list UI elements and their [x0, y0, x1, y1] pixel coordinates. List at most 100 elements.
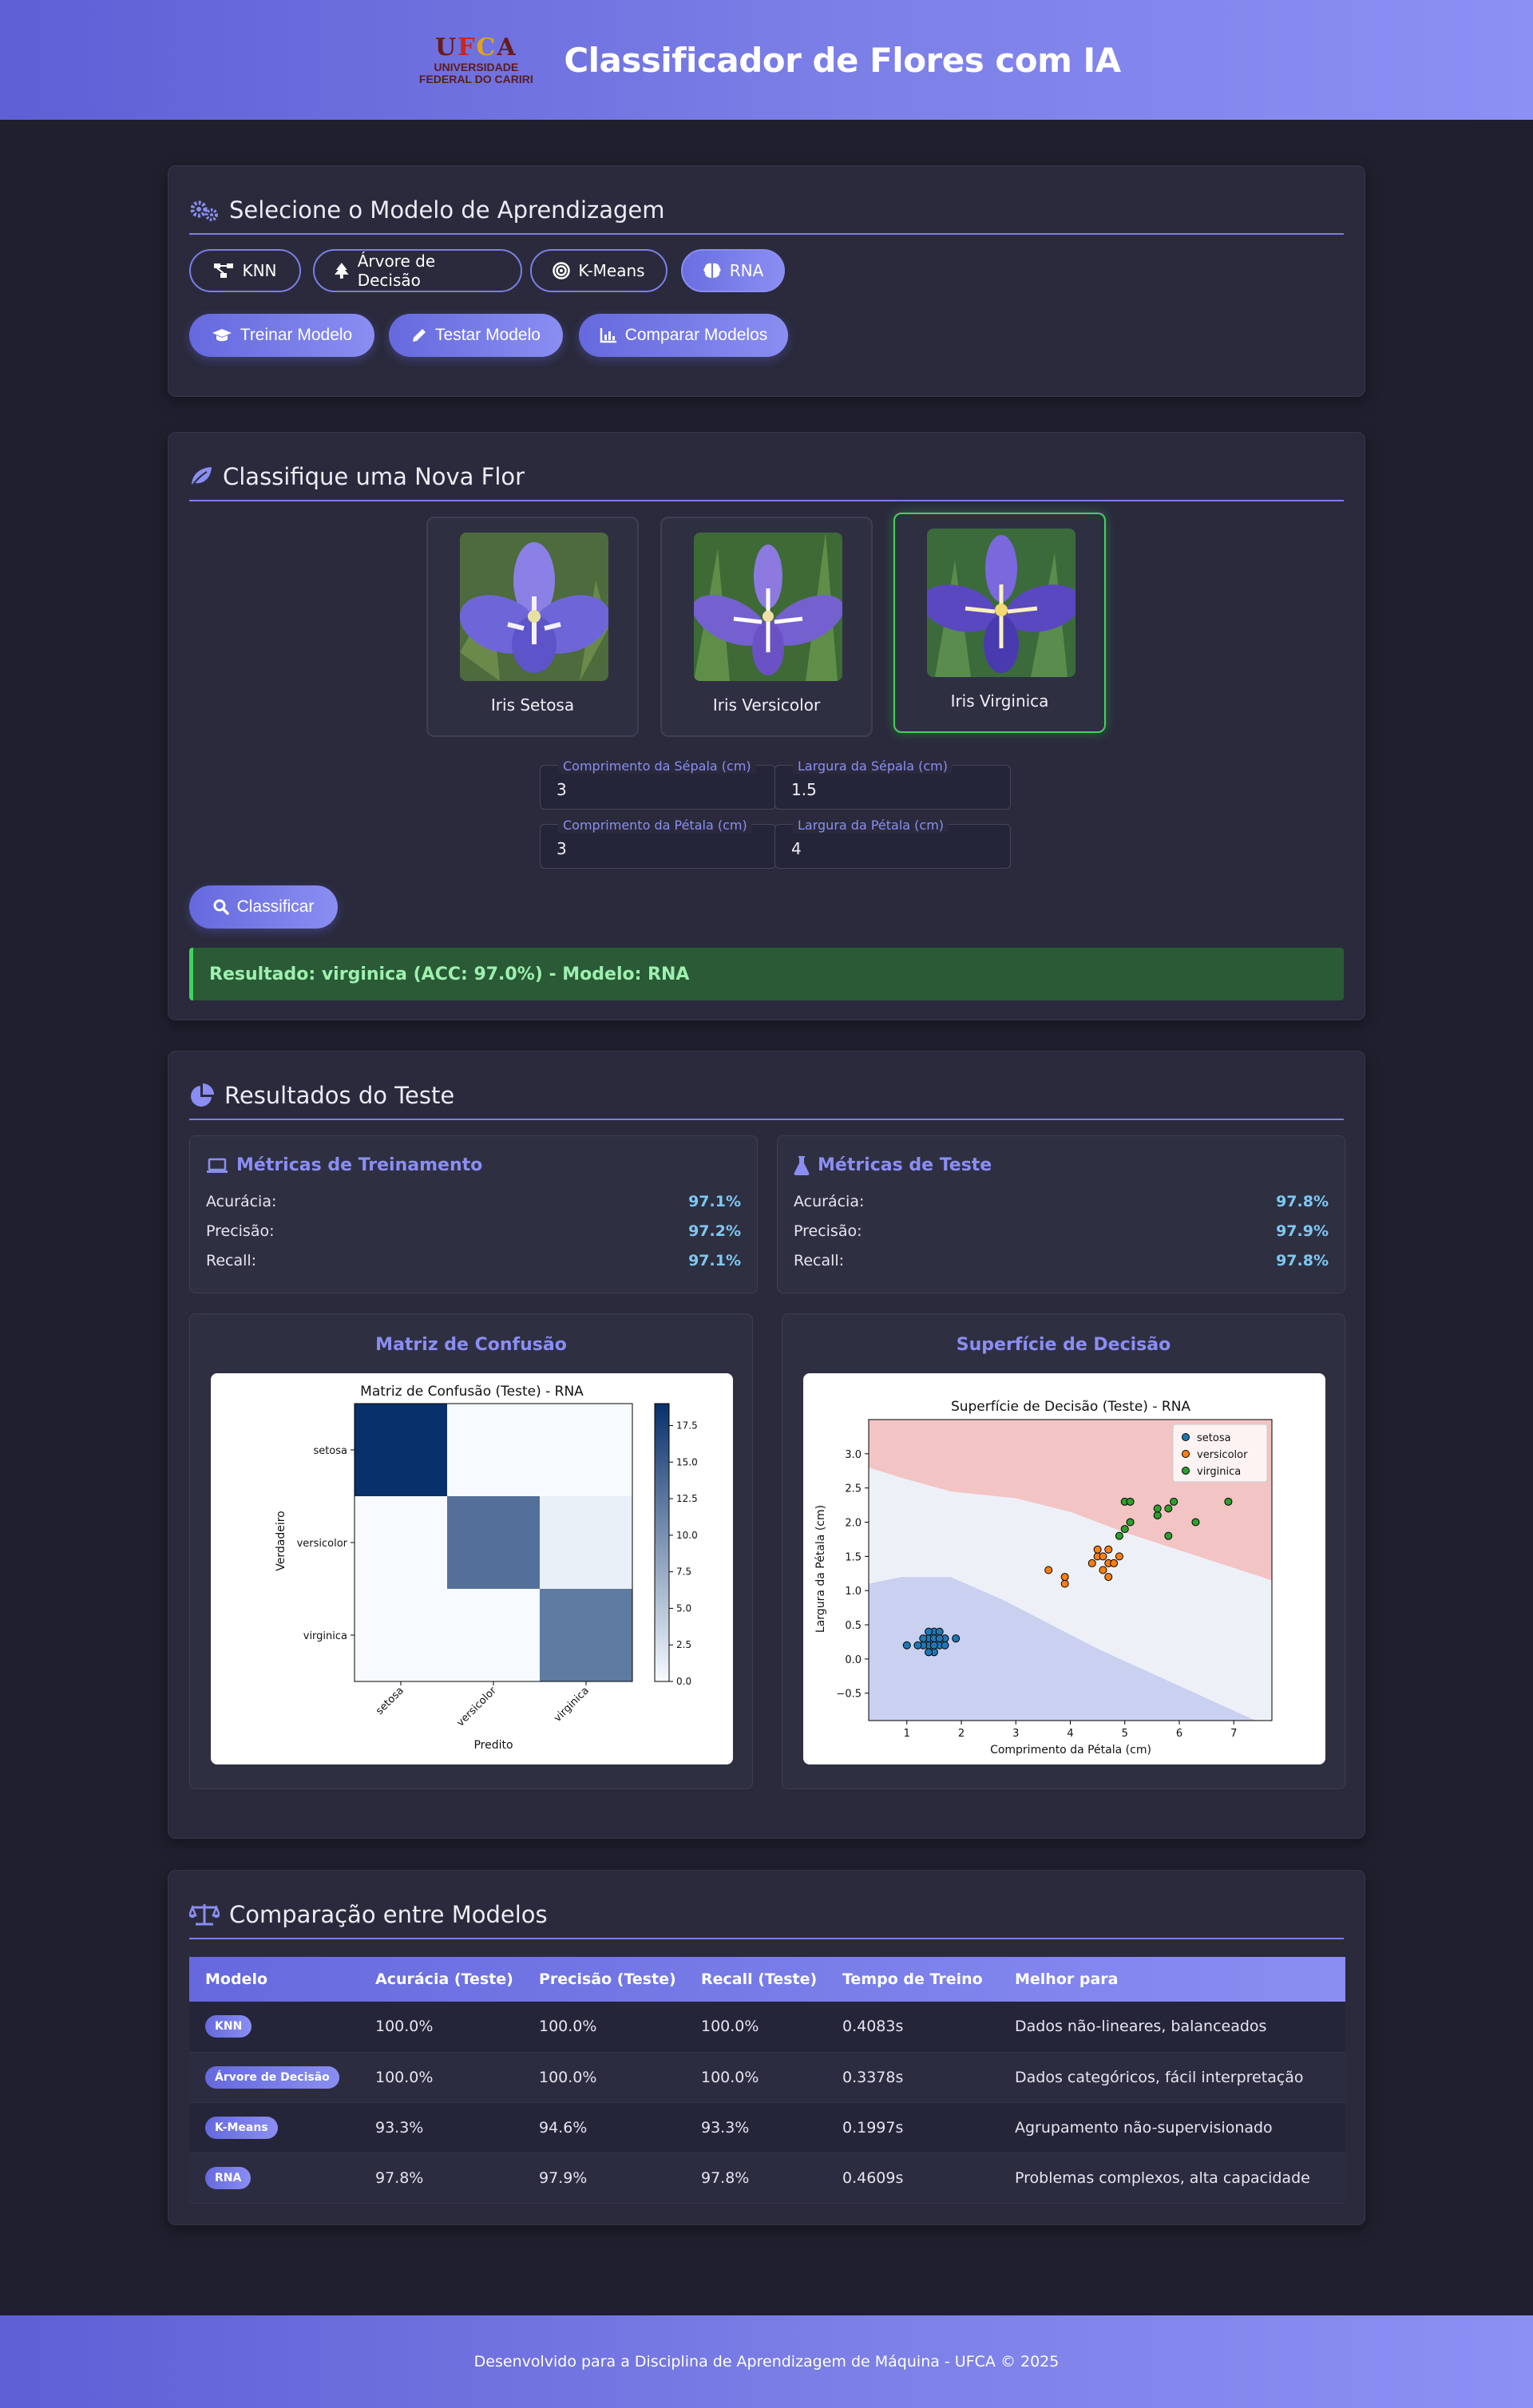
petal-length-field[interactable]: Comprimento da Pétala (cm) 3 [540, 818, 776, 869]
model-badge: K-Means [205, 2116, 278, 2139]
ds-legend-label: virginica [1197, 1466, 1241, 1478]
balance-scale-icon [189, 1904, 220, 1926]
ds-point-setosa [925, 1648, 933, 1657]
results-panel-title-text: Resultados do Teste [224, 1082, 455, 1109]
ds-ylabel: Largura da Pétala (cm) [814, 1505, 827, 1633]
ds-point-setosa [925, 1627, 933, 1636]
pencil-icon [413, 329, 426, 342]
ds-point-virginica [1126, 1497, 1135, 1506]
test-metrics-card: Métricas de Teste Acurácia: 97.8% Precis… [777, 1135, 1345, 1293]
ds-legend-label: setosa [1197, 1432, 1231, 1444]
test-metrics-title: Métricas de Teste [794, 1155, 992, 1175]
ds-xtick-label: 6 [1176, 1728, 1182, 1740]
test-accuracy-row: Acurácia: 97.8% [794, 1190, 1329, 1213]
ds-ytick-label: 2.5 [845, 1483, 862, 1495]
cm-ytick-label: versicolor [297, 1538, 348, 1550]
ds-point-virginica [1224, 1497, 1233, 1506]
test-precision-label: Precisão: [794, 1222, 862, 1240]
app-header: UFCA UNIVERSIDADE FEDERAL DO CARIRI Clas… [0, 0, 1533, 120]
logo-line-1: UNIVERSIDADE [434, 61, 519, 73]
cell-best-for: Dados não-lineares, balanceados [999, 2002, 1345, 2053]
ds-point-versicolor [1115, 1552, 1123, 1561]
training-metrics-card: Métricas de Treinamento Acurácia: 97.1% … [189, 1135, 758, 1293]
comparison-panel-title: Comparação entre Modelos [189, 1891, 1344, 1939]
ds-legend-marker [1182, 1467, 1190, 1475]
flower-card-versicolor[interactable]: Iris Versicolor [660, 517, 873, 737]
cell-train-time: 0.3378s [826, 2052, 999, 2103]
test-recall-value: 97.8% [1276, 1252, 1329, 1269]
flower-label-versicolor: Iris Versicolor [712, 695, 821, 715]
ds-point-versicolor [1104, 1545, 1113, 1554]
flower-image-setosa [460, 533, 608, 681]
training-precision-label: Precisão: [206, 1222, 275, 1240]
cell-train-time: 0.4609s [826, 2153, 999, 2204]
model-button-rna[interactable]: RNA [681, 249, 785, 292]
sepal-width-field[interactable]: Largura da Sépala (cm) 1.5 [774, 758, 1011, 810]
table-row: RNA 97.8% 97.9% 97.8% 0.4609s Problemas … [189, 2153, 1345, 2204]
cm-colorbar-label: 15.0 [676, 1456, 698, 1467]
training-metrics-title: Métricas de Treinamento [206, 1155, 482, 1175]
ds-point-versicolor [1099, 1566, 1107, 1574]
model-button-kmeans[interactable]: K-Means [530, 249, 667, 292]
cell-train-time: 0.1997s [826, 2102, 999, 2153]
graduation-cap-icon [212, 329, 232, 342]
ds-legend-marker [1182, 1433, 1190, 1441]
test-recall-label: Recall: [794, 1252, 845, 1269]
model-button-rna-label: RNA [729, 261, 764, 280]
classification-result: Resultado: virginica (ACC: 97.0%) - Mode… [189, 948, 1344, 1000]
cm-cell [447, 1404, 540, 1496]
cm-xtick-label: virginica [552, 1685, 592, 1725]
model-badge: KNN [205, 2015, 252, 2038]
training-recall-value: 97.1% [688, 1252, 741, 1269]
model-button-knn[interactable]: KNN [189, 249, 301, 292]
table-row: K-Means 93.3% 94.6% 93.3% 0.1997s Agrupa… [189, 2102, 1345, 2153]
petal-length-label: Comprimento da Pétala (cm) [558, 818, 752, 833]
ds-point-virginica [1126, 1518, 1135, 1527]
flower-card-virginica[interactable]: Iris Virginica [893, 513, 1106, 733]
test-model-button[interactable]: Testar Modelo [389, 314, 563, 357]
train-model-button[interactable]: Treinar Modelo [189, 314, 374, 357]
table-row: KNN 100.0% 100.0% 100.0% 0.4083s Dados n… [189, 2002, 1345, 2053]
sepal-length-field[interactable]: Comprimento da Sépala (cm) 3 [540, 758, 776, 810]
sepal-length-label: Comprimento da Sépala (cm) [558, 758, 756, 774]
cm-colorbar [654, 1403, 670, 1682]
model-button-decision-tree[interactable]: Árvore de Decisão [313, 249, 522, 292]
training-accuracy-value: 97.1% [688, 1193, 741, 1210]
cm-xlabel: Predito [473, 1739, 513, 1752]
column-header-best-for: Melhor para [1015, 1970, 1119, 1988]
ds-xtick-label: 4 [1067, 1728, 1073, 1740]
cell-train-time: 0.4083s [826, 2002, 999, 2053]
cell-precision: 97.9% [523, 2153, 685, 2204]
ds-xlabel: Comprimento da Pétala (cm) [990, 1744, 1151, 1756]
cm-cell [540, 1589, 632, 1681]
ds-point-setosa [941, 1641, 949, 1650]
logo-line-2: FEDERAL DO CARIRI [418, 73, 533, 85]
flower-card-setosa[interactable]: Iris Setosa [426, 517, 639, 737]
compare-models-button[interactable]: Comparar Modelos [579, 314, 788, 357]
classify-button-label: Classificar [236, 897, 315, 916]
test-metrics-title-text: Métricas de Teste [818, 1155, 992, 1175]
flower-image-versicolor [694, 533, 842, 681]
ds-xtick-label: 3 [1012, 1728, 1019, 1740]
classify-button[interactable]: Classificar [189, 885, 338, 929]
ds-title: Superfície de Decisão (Teste) - RNA [951, 1399, 1190, 1415]
ds-ytick-label: 3.0 [845, 1449, 862, 1461]
petal-width-field[interactable]: Largura da Pétala (cm) 4 [774, 818, 1011, 869]
ds-point-versicolor [1044, 1566, 1053, 1574]
ds-point-versicolor [1093, 1545, 1102, 1554]
cm-colorbar-label: 10.0 [676, 1530, 698, 1541]
ds-point-setosa [902, 1641, 911, 1650]
confusion-matrix-card: Matriz de Confusão Matriz de Confusão (T… [189, 1313, 753, 1789]
cm-cell [447, 1496, 540, 1589]
ds-point-setosa [952, 1634, 961, 1643]
cell-accuracy: 100.0% [359, 2002, 523, 2053]
table-header-row: Modelo Acurácia (Teste) Precisão (Teste)… [189, 1957, 1345, 2002]
cell-model: RNA [189, 2153, 359, 2204]
confusion-matrix-card-title: Matriz de Confusão [375, 1335, 567, 1355]
project-diagram-icon [214, 263, 234, 278]
ds-point-setosa [929, 1641, 938, 1650]
ds-point-virginica [1115, 1531, 1123, 1540]
comparison-table: Modelo Acurácia (Teste) Precisão (Teste)… [189, 1957, 1345, 2204]
table-row: Árvore de Decisão 100.0% 100.0% 100.0% 0… [189, 2052, 1345, 2103]
cm-colorbar-label: 7.5 [676, 1566, 691, 1578]
